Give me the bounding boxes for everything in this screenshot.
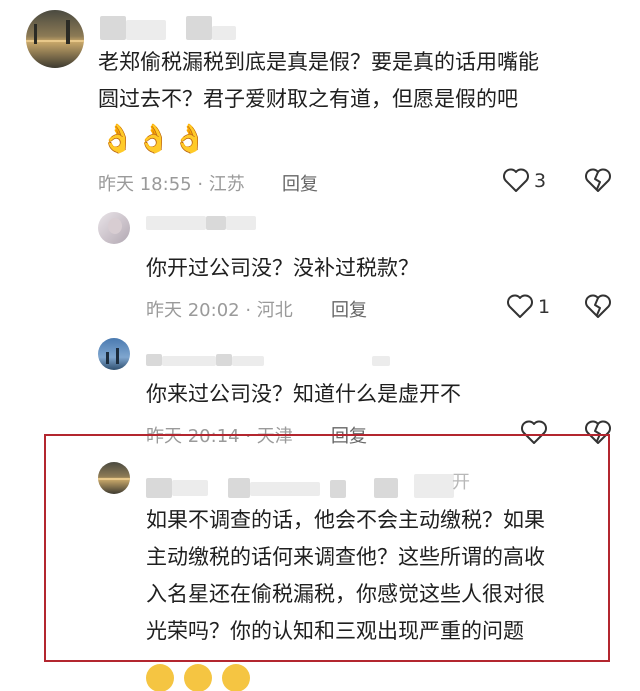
ok-hand-emoji: 👌	[100, 122, 135, 155]
username-redacted	[372, 356, 390, 366]
avatar[interactable]	[98, 338, 130, 370]
comment-line: 你来过公司没？知道什么是虚开不	[146, 382, 461, 406]
ok-hand-emoji: 👌	[136, 122, 171, 155]
heart-icon[interactable]	[502, 167, 530, 193]
comment-text: 你来过公司没？知道什么是虚开不	[146, 376, 606, 413]
ok-hand-emoji	[222, 664, 250, 691]
username-redacted	[232, 356, 264, 366]
emoji-row-partial	[146, 664, 266, 691]
comment-line: 你开过公司没？没补过税款？	[146, 256, 419, 280]
broken-heart-icon[interactable]	[584, 167, 612, 193]
comment-text: 你开过公司没？没补过税款？	[146, 250, 606, 287]
username-redacted	[146, 354, 162, 366]
highlight-box	[44, 434, 610, 662]
comment-meta: 昨天 18:55 · 江苏	[98, 174, 245, 195]
ok-hand-emoji: 👌	[172, 122, 207, 155]
broken-heart-icon[interactable]	[584, 293, 612, 319]
like-count: 3	[534, 170, 547, 192]
reply-button[interactable]: 回复	[282, 170, 318, 196]
reply-button[interactable]: 回复	[331, 296, 367, 322]
comment-line: 老郑偷税漏税到底是真是假？要是真的话用嘴能	[98, 50, 539, 74]
username-redacted	[206, 216, 226, 230]
username-redacted	[162, 356, 216, 366]
username-redacted	[216, 354, 232, 366]
heart-icon[interactable]	[506, 293, 534, 319]
avatar[interactable]	[98, 212, 130, 244]
username-redacted	[126, 20, 166, 40]
comment-meta: 昨天 20:02 · 河北	[146, 300, 293, 321]
username-redacted	[226, 216, 256, 230]
username-redacted	[212, 26, 236, 40]
avatar[interactable]	[26, 10, 84, 68]
comment-text: 老郑偷税漏税到底是真是假？要是真的话用嘴能 圆过去不？君子爱财取之有道，但愿是假…	[98, 44, 618, 118]
like-count: 1	[538, 296, 551, 318]
username-redacted	[146, 216, 206, 230]
ok-hand-emoji	[184, 664, 212, 691]
username-redacted	[100, 16, 126, 40]
username-redacted	[186, 16, 212, 40]
comment-line: 圆过去不？君子爱财取之有道，但愿是假的吧	[98, 87, 518, 111]
ok-hand-emoji	[146, 664, 174, 691]
